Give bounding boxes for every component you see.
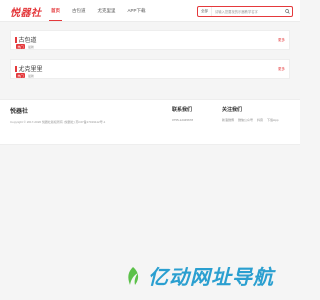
nav-item-app-download[interactable]: APP下载 [122, 0, 152, 22]
site-logo[interactable]: 悦器社 [10, 4, 42, 19]
footer-copyright: Copyright © 2017-2020 悦器社版权所有 (悦器社) 苏ICP… [10, 120, 106, 124]
follow-link-app[interactable]: 下载App [267, 118, 278, 122]
footer-follow-links: 新浪微博 微信公众号 抖音 下载App [222, 118, 282, 122]
footer-logo: 悦器社 [10, 109, 29, 115]
footer-contact-title: 联系我们 [172, 107, 193, 113]
title-accent-bar [15, 66, 17, 72]
main-nav: 首页 古包道 尤克里里 APP下载 [45, 0, 152, 22]
watermark-text: 亿动网址导航 [148, 267, 274, 289]
section-card-gubao: 古包道 热门 最新 更多 [10, 30, 290, 50]
follow-link-weibo[interactable]: 新浪微博 [222, 118, 234, 122]
search-input[interactable]: 请输入您要找的乐器教学名字 [212, 9, 282, 14]
watermark: 亿动网址导航 [122, 261, 274, 290]
search-bar: 全部 请输入您要找的乐器教学名字 [197, 6, 293, 17]
more-link[interactable]: 更多 [278, 38, 285, 43]
search-icon [284, 9, 290, 14]
follow-link-wechat[interactable]: 微信公众号 [238, 118, 253, 122]
section-card-ukulele: 尤克里里 热门 最新 更多 [10, 59, 290, 79]
tag-hot[interactable]: 热门 [16, 73, 26, 78]
section-title: 古包道 [15, 35, 37, 44]
title-accent-bar [15, 37, 17, 43]
follow-link-douyin[interactable]: 抖音 [257, 118, 263, 122]
section-tags: 热门 最新 [16, 73, 34, 78]
tag-latest[interactable]: 最新 [28, 45, 34, 49]
nav-item-ukulele[interactable]: 尤克里里 [92, 0, 122, 22]
nav-item-gubao[interactable]: 古包道 [66, 0, 92, 22]
top-header: 悦器社 首页 古包道 尤克里里 APP下载 全部 请输入您要找的乐器教学名字 [0, 0, 300, 22]
search-category-label: 全部 [201, 9, 208, 13]
nav-item-home[interactable]: 首页 [45, 0, 66, 22]
more-link[interactable]: 更多 [278, 67, 285, 72]
footer-follow-title: 关注我们 [222, 107, 243, 113]
tag-hot[interactable]: 热门 [16, 44, 26, 49]
site-footer: 悦器社 Copyright © 2017-2020 悦器社版权所有 (悦器社) … [0, 99, 300, 145]
section-tags: 热门 最新 [16, 44, 34, 49]
search-category-select[interactable]: 全部 [198, 7, 212, 16]
footer-contact-text: 0755-12345678 [172, 118, 194, 122]
section-title: 尤克里里 [15, 64, 43, 73]
search-button[interactable] [282, 7, 292, 16]
watermark-logo-icon [128, 266, 139, 285]
tag-latest[interactable]: 最新 [28, 74, 34, 78]
